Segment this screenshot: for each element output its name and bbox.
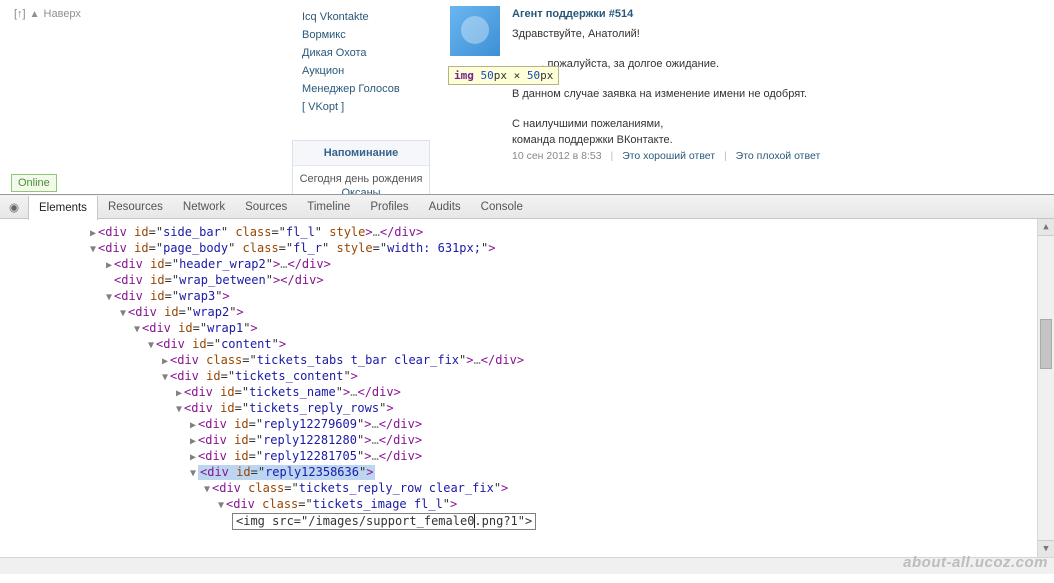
reminder-mid: день рождения [342, 173, 423, 185]
devtools-tab-profiles[interactable]: Profiles [360, 195, 418, 219]
dom-node[interactable]: <div id="page_body" class="fl_r" style="… [0, 241, 1054, 257]
msg-greeting: Здравствуйте, Анатолий! [512, 26, 1020, 42]
tooltip-tag: img [454, 69, 474, 82]
dom-node[interactable]: <div id="reply12279609">…</div> [0, 417, 1054, 433]
triangle-up-icon: ▲ [30, 9, 40, 20]
meta-separator: | [724, 150, 727, 162]
scroll-up-button[interactable]: ▲ [1038, 219, 1054, 236]
collapse-toggle-icon[interactable] [118, 306, 128, 321]
msg-p2-tail: , пожалуйста, за долгое ожидание. [541, 58, 719, 70]
dom-node[interactable]: <div id="tickets_reply_rows"> [0, 401, 1054, 417]
inspector-size-tooltip: img 50px × 50px [448, 66, 559, 85]
support-message: img 50px × 50px Агент поддержки #514 Здр… [450, 6, 1020, 162]
dom-node[interactable]: <div class="tickets_tabs t_bar clear_fix… [0, 353, 1054, 369]
reminder-body: Сегодня день рождения Оксаны [293, 166, 429, 195]
message-text: Здравствуйте, Анатолий! XXXX, пожалуйста… [512, 26, 1020, 148]
expand-toggle-icon[interactable] [104, 258, 114, 273]
dom-node[interactable]: <div id="wrap1"> [0, 321, 1054, 337]
devtools-panel: ◉ ElementsResourcesNetworkSourcesTimelin… [0, 195, 1054, 574]
reminder-person-link[interactable]: Оксаны [341, 187, 380, 195]
dom-node[interactable]: <div id="reply12358636"> [0, 465, 1054, 481]
dom-node[interactable]: <div id="tickets_name">…</div> [0, 385, 1054, 401]
sidebar-link[interactable]: Вормикс [296, 26, 436, 44]
message-body: Агент поддержки #514 Здравствуйте, Анато… [512, 6, 1020, 162]
devtools-tab-sources[interactable]: Sources [235, 195, 297, 219]
reminder-title: Напоминание [293, 141, 429, 166]
devtools-toolbar: ◉ ElementsResourcesNetworkSourcesTimelin… [0, 195, 1054, 219]
devtools-tab-audits[interactable]: Audits [419, 195, 471, 219]
collapse-toggle-icon[interactable] [132, 322, 142, 337]
dom-node[interactable]: <div id="wrap2"> [0, 305, 1054, 321]
dom-node-editing[interactable]: <img src="/images/support_female0.png?1"… [0, 513, 1054, 530]
collapse-toggle-icon[interactable] [160, 370, 170, 385]
message-author-link[interactable]: Агент поддержки #514 [512, 8, 633, 20]
expand-toggle-icon[interactable] [188, 450, 198, 465]
sidebar-link[interactable]: Icq Vkontakte [296, 8, 436, 26]
message-date: 10 сен 2012 в 8:53 [512, 150, 602, 162]
dom-node[interactable]: <div id="wrap_between"></div> [0, 273, 1054, 289]
sidebar-link[interactable]: Менеджер Голосов [296, 80, 436, 98]
sidebar-links: Icq Vkontakte Вормикс Дикая Охота Аукцио… [296, 8, 436, 116]
devtools-tab-timeline[interactable]: Timeline [297, 195, 360, 219]
dom-node[interactable]: <div id="wrap3"> [0, 289, 1054, 305]
collapse-toggle-icon[interactable] [88, 242, 98, 257]
devtools-tab-elements[interactable]: Elements [28, 196, 98, 220]
dom-node[interactable]: <div id="side_bar" class="fl_l" style>…<… [0, 225, 1054, 241]
devtools-tab-network[interactable]: Network [173, 195, 235, 219]
elements-tree[interactable]: <div id="side_bar" class="fl_l" style>…<… [0, 219, 1054, 574]
tooltip-h: 50 [527, 69, 540, 82]
dom-node[interactable]: <div class="tickets_reply_row clear_fix"… [0, 481, 1054, 497]
dom-node[interactable]: <div id="tickets_content"> [0, 369, 1054, 385]
inspect-toggle-icon[interactable]: ◉ [4, 197, 24, 217]
support-avatar[interactable] [450, 6, 500, 56]
page-upper: [↑] ▲ Наверх Icq Vkontakte Вормикс Дикая… [0, 0, 1054, 195]
attribute-edit-input[interactable]: <img src="/images/support_female0.png?1"… [232, 513, 536, 530]
meta-separator: | [611, 150, 614, 162]
devtools-tab-resources[interactable]: Resources [98, 195, 173, 219]
expand-toggle-icon[interactable] [88, 226, 98, 241]
reminder-prefix: Сегодня [300, 173, 342, 185]
avatar-wrap: img 50px × 50px [450, 6, 500, 56]
vertical-scrollbar[interactable]: ▲ ▼ [1037, 219, 1054, 557]
bad-answer-link[interactable]: Это плохой ответ [736, 150, 821, 162]
expand-toggle-icon[interactable] [188, 434, 198, 449]
back-to-top-label: Наверх [44, 8, 81, 20]
vkopt-link[interactable]: [ VKopt ] [296, 98, 436, 116]
dom-node[interactable]: <div id="reply12281280">…</div> [0, 433, 1054, 449]
sidebar-link[interactable]: Дикая Охота [296, 44, 436, 62]
horizontal-scrollbar[interactable] [0, 557, 1054, 574]
tooltip-times: × [507, 69, 527, 82]
up-arrow-symbol: [↑] [14, 8, 26, 20]
collapse-toggle-icon[interactable] [202, 482, 212, 497]
collapse-toggle-icon[interactable] [188, 466, 198, 481]
tooltip-px2: px [540, 69, 553, 82]
devtools-tab-console[interactable]: Console [471, 195, 533, 219]
scroll-thumb[interactable] [1040, 319, 1052, 369]
back-to-top-link[interactable]: [↑] ▲ Наверх [14, 8, 81, 20]
collapse-toggle-icon[interactable] [146, 338, 156, 353]
msg-p3: В данном случае заявка на изменение имен… [512, 86, 1020, 102]
scroll-down-button[interactable]: ▼ [1038, 540, 1054, 557]
expand-toggle-icon[interactable] [188, 418, 198, 433]
message-meta: 10 сен 2012 в 8:53 | Это хороший ответ |… [512, 150, 1020, 162]
collapse-toggle-icon[interactable] [216, 498, 226, 513]
tooltip-px: px [494, 69, 507, 82]
sidebar-link[interactable]: Аукцион [296, 62, 436, 80]
dom-node[interactable]: <div id="reply12281705">…</div> [0, 449, 1054, 465]
expand-toggle-icon[interactable] [174, 386, 184, 401]
tooltip-w: 50 [481, 69, 494, 82]
good-answer-link[interactable]: Это хороший ответ [622, 150, 715, 162]
msg-closing-1: С наилучшими пожеланиями, [512, 118, 663, 130]
online-badge: Online [11, 174, 57, 192]
expand-toggle-icon[interactable] [160, 354, 170, 369]
devtools-tabs: ElementsResourcesNetworkSourcesTimelineP… [28, 195, 533, 218]
collapse-toggle-icon[interactable] [104, 290, 114, 305]
msg-closing-2: команда поддержки ВКонтакте. [512, 134, 673, 146]
dom-node[interactable]: <div id="header_wrap2">…</div> [0, 257, 1054, 273]
reminder-box: Напоминание Сегодня день рождения Оксаны [292, 140, 430, 195]
dom-node[interactable]: <div id="content"> [0, 337, 1054, 353]
dom-node[interactable]: <div class="tickets_image fl_l"> [0, 497, 1054, 513]
collapse-toggle-icon[interactable] [174, 402, 184, 417]
